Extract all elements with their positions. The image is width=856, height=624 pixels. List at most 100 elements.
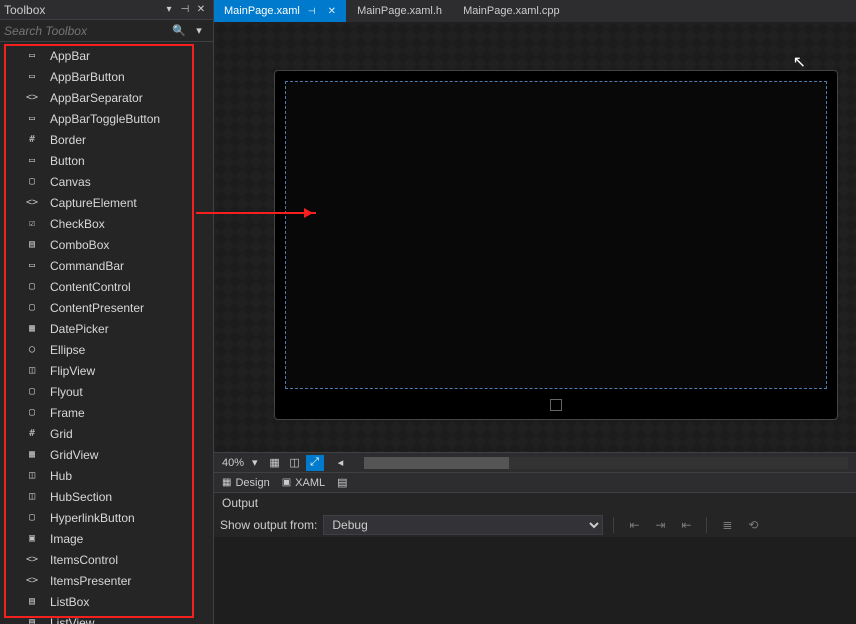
toolbox-item[interactable]: ☑CheckBox xyxy=(0,213,213,234)
close-icon[interactable]: ✕ xyxy=(328,6,336,17)
toolbox-item[interactable]: ▭Button xyxy=(0,150,213,171)
control-icon: ▦ xyxy=(24,321,40,337)
designer-canvas[interactable]: ↖ xyxy=(214,22,856,452)
toolbox-item[interactable]: ▣Image xyxy=(0,528,213,549)
pin-icon[interactable]: ⊣ xyxy=(308,6,316,17)
toolbox-item[interactable]: #Border xyxy=(0,129,213,150)
toolbox-list: ▭AppBar▭AppBarButton<>AppBarSeparator▭Ap… xyxy=(0,42,213,624)
design-tab[interactable]: ▦ Design xyxy=(222,477,270,489)
toolbox-item-label: ContentPresenter xyxy=(50,301,144,315)
toolbox-item[interactable]: ▦GridView xyxy=(0,444,213,465)
device-frame xyxy=(274,70,838,420)
toolbox-item[interactable]: ▭AppBarButton xyxy=(0,66,213,87)
toolbox-item[interactable]: ◫HubSection xyxy=(0,486,213,507)
toolbox-item[interactable]: ▤ListBox xyxy=(0,591,213,612)
toolbox-item-label: AppBarToggleButton xyxy=(50,112,160,126)
toolbox-item-label: ComboBox xyxy=(50,238,109,252)
toolbox-item-label: AppBarButton xyxy=(50,70,125,84)
control-icon: # xyxy=(24,132,40,148)
toolbox-item[interactable]: ▤ ListView xyxy=(0,612,213,624)
document-tab-label: MainPage.xaml.cpp xyxy=(463,5,560,17)
device-screen[interactable] xyxy=(285,81,827,389)
control-icon: ▢ xyxy=(24,174,40,190)
next-icon[interactable]: ⇤ xyxy=(676,516,696,534)
fit-width-icon[interactable]: ◫ xyxy=(286,455,304,471)
horizontal-scrollbar-thumb[interactable] xyxy=(364,457,509,469)
toolbox-item[interactable]: ▢HyperlinkButton xyxy=(0,507,213,528)
document-tab-label: MainPage.xaml.h xyxy=(357,5,442,17)
document-tab[interactable]: MainPage.xaml.cpp xyxy=(453,0,571,22)
toolbox-item-label: Hub xyxy=(50,469,72,483)
horizontal-scrollbar[interactable] xyxy=(364,457,848,469)
control-icon: ◫ xyxy=(24,468,40,484)
toolbox-item-label: AppBar xyxy=(50,49,90,63)
toolbox-item[interactable]: ▭AppBar xyxy=(0,45,213,66)
toolbox-item-label: Ellipse xyxy=(50,343,85,357)
swap-panes-icon[interactable]: ▤ xyxy=(337,476,347,489)
control-icon: <> xyxy=(24,90,40,106)
toolbox-item[interactable]: ▭AppBarToggleButton xyxy=(0,108,213,129)
document-tab[interactable]: MainPage.xaml.h xyxy=(347,0,453,22)
control-icon: ▢ xyxy=(24,384,40,400)
toolbox-item[interactable]: ◫ Hub xyxy=(0,465,213,486)
control-icon: ◫ xyxy=(24,489,40,505)
output-toolbar: Show output from: Debug ⇤ ⇥ ⇤ ≣ ⟲ xyxy=(214,513,856,537)
control-icon: ◯ xyxy=(24,342,40,358)
toolbox-item[interactable]: <>ItemsControl xyxy=(0,549,213,570)
toolbox-item-label: HyperlinkButton xyxy=(50,511,135,525)
xaml-tab-label: XAML xyxy=(295,477,325,489)
zoom-value[interactable]: 40% xyxy=(222,457,244,469)
toolbox-panel: Toolbox ▾ ⊣ ✕ 🔍 ▾ ▭AppBar▭AppBarButton<>… xyxy=(0,0,214,624)
toolbox-item[interactable]: <>CaptureElement xyxy=(0,192,213,213)
toolbox-item[interactable]: ▤ComboBox xyxy=(0,234,213,255)
prev-icon[interactable]: ⇥ xyxy=(650,516,670,534)
toolbox-search-input[interactable] xyxy=(4,24,169,38)
chevron-left-icon[interactable]: ◂ xyxy=(332,455,350,471)
toolbox-item[interactable]: ◫FlipView xyxy=(0,360,213,381)
toolbox-item[interactable]: ▭CommandBar xyxy=(0,255,213,276)
toolbox-item[interactable]: <>ItemsPresenter xyxy=(0,570,213,591)
control-icon: ▣ xyxy=(24,531,40,547)
toolbox-item-label: CommandBar xyxy=(50,259,124,273)
find-icon[interactable]: ⇤ xyxy=(624,516,644,534)
control-icon: <> xyxy=(24,552,40,568)
toolbox-item-label: Canvas xyxy=(50,175,91,189)
control-icon: ▤ xyxy=(24,615,40,624)
device-home-button-icon xyxy=(550,399,562,411)
toolbox-item[interactable]: ▢ ContentControl xyxy=(0,276,213,297)
toolbox-title: Toolbox xyxy=(4,3,161,17)
output-body[interactable] xyxy=(214,537,856,624)
output-source-select[interactable]: Debug xyxy=(323,515,603,535)
toolbox-item-label: ListView xyxy=(50,616,94,624)
control-icon: # xyxy=(24,426,40,442)
toolbox-item-label: GridView xyxy=(50,448,98,462)
fit-grid-icon[interactable]: ▦ xyxy=(266,455,284,471)
toolbox-pin-icon[interactable]: ⊣ xyxy=(177,2,193,18)
annotation-arrow xyxy=(196,212,316,214)
toolbox-dropdown-icon[interactable]: ▾ xyxy=(161,2,177,18)
fit-all-icon[interactable]: ⤢ xyxy=(306,455,324,471)
toolbox-item-label: CheckBox xyxy=(50,217,105,231)
toolbox-item[interactable]: #Grid xyxy=(0,423,213,444)
clear-icon[interactable]: ≣ xyxy=(717,516,737,534)
search-icon[interactable]: 🔍 xyxy=(169,22,189,40)
document-tab[interactable]: MainPage.xaml⊣✕ xyxy=(214,0,347,22)
toolbox-item[interactable]: <>AppBarSeparator xyxy=(0,87,213,108)
toolbox-item[interactable]: ▢Frame xyxy=(0,402,213,423)
xaml-tab[interactable]: ▣ XAML xyxy=(282,477,325,489)
search-dropdown-icon[interactable]: ▾ xyxy=(189,22,209,40)
wrap-icon[interactable]: ⟲ xyxy=(743,516,763,534)
toolbox-item[interactable]: ▢ ContentPresenter xyxy=(0,297,213,318)
toolbox-item[interactable]: ▢ Canvas xyxy=(0,171,213,192)
toolbox-item[interactable]: ▦DatePicker xyxy=(0,318,213,339)
toolbox-item[interactable]: ▢ Flyout xyxy=(0,381,213,402)
toolbox-item-label: Flyout xyxy=(50,385,83,399)
control-icon: ▤ xyxy=(24,594,40,610)
toolbox-close-icon[interactable]: ✕ xyxy=(193,2,209,18)
xaml-icon: ▣ xyxy=(282,477,291,488)
control-icon: ▢ xyxy=(24,279,40,295)
toolbox-item-label: ContentControl xyxy=(50,280,131,294)
zoom-dropdown-icon[interactable]: ▾ xyxy=(252,456,258,469)
control-icon: ▢ xyxy=(24,300,40,316)
toolbox-item[interactable]: ◯ Ellipse xyxy=(0,339,213,360)
